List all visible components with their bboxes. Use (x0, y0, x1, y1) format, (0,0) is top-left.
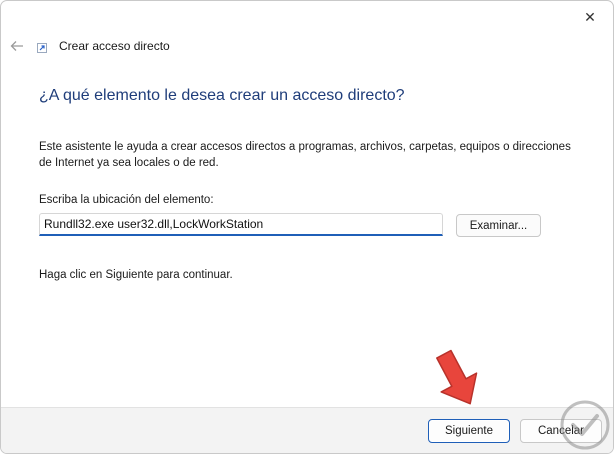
dialog-footer: Siguiente Cancelar (1, 407, 613, 453)
red-arrow-icon (436, 349, 478, 405)
wizard-description: Este asistente le ayuda a crear accesos … (39, 141, 571, 169)
close-icon: ✕ (584, 8, 596, 25)
browse-button[interactable]: Examinar... (456, 214, 541, 237)
shortcut-icon (37, 43, 47, 53)
page-heading: ¿A qué elemento le desea crear un acceso… (39, 87, 405, 104)
back-button[interactable] (7, 37, 27, 55)
create-shortcut-dialog: ✕ Crear acceso directo ¿A qué elemento l… (0, 0, 614, 454)
location-label: Escriba la ubicación del elemento: (39, 194, 214, 206)
close-button[interactable]: ✕ (567, 1, 613, 33)
solvetic-logo-icon (560, 400, 610, 450)
next-button[interactable]: Siguiente (428, 419, 510, 443)
back-arrow-icon (10, 41, 23, 51)
window-title: Crear acceso directo (59, 39, 170, 53)
continue-instructions: Haga clic en Siguiente para continuar. (39, 269, 233, 281)
location-input[interactable] (39, 213, 443, 236)
